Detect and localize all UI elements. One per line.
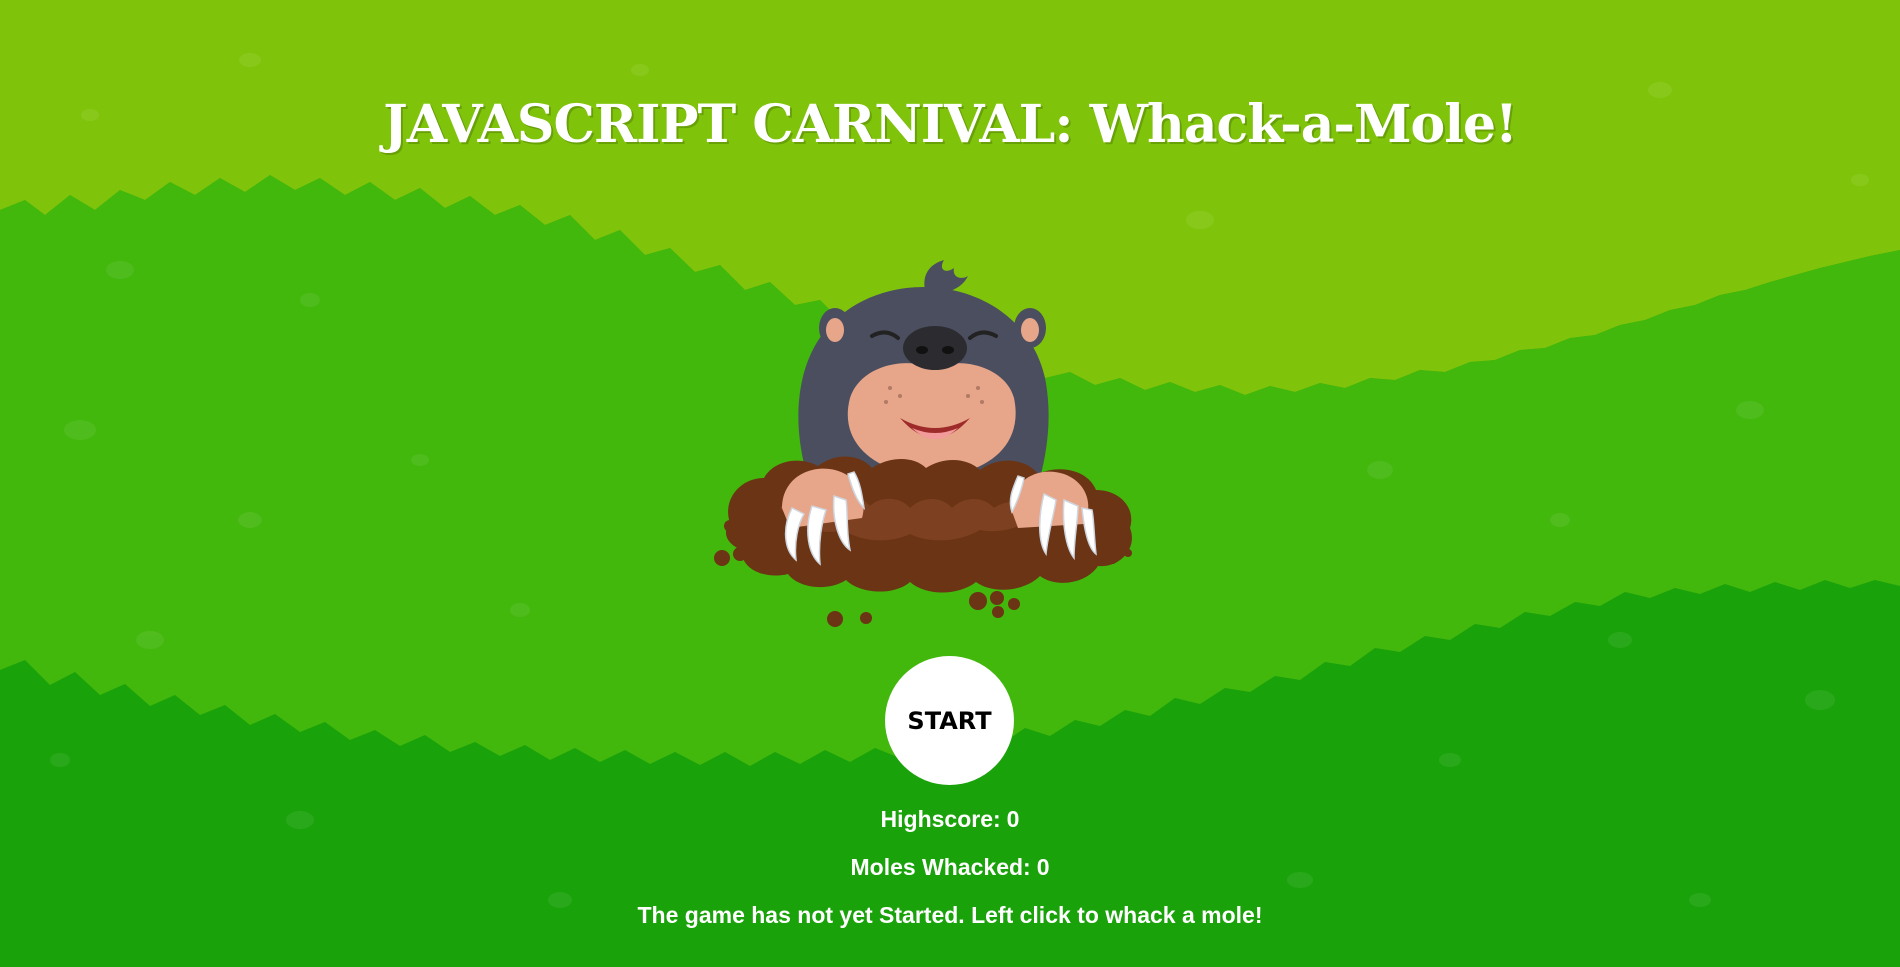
page-title: JAVASCRIPT CARNIVAL: Whack-a-Mole! (383, 94, 1518, 155)
moles-whacked-label: Moles Whacked: (850, 854, 1031, 880)
highscore-value: 0 (1006, 806, 1020, 832)
highscore-label: Highscore: (880, 806, 1001, 832)
status-message: The game has not yet Started. Left click… (637, 902, 1263, 928)
moles-whacked-display: Moles Whacked: 0 (0, 854, 1900, 881)
start-button[interactable]: START (885, 656, 1014, 785)
highscore-display: Highscore: 0 (0, 806, 1900, 833)
game-stage: JAVASCRIPT CARNIVAL: Whack-a-Mole! START… (0, 0, 1900, 967)
mole-icon[interactable] (700, 238, 1190, 638)
moles-whacked-value: 0 (1036, 854, 1050, 880)
